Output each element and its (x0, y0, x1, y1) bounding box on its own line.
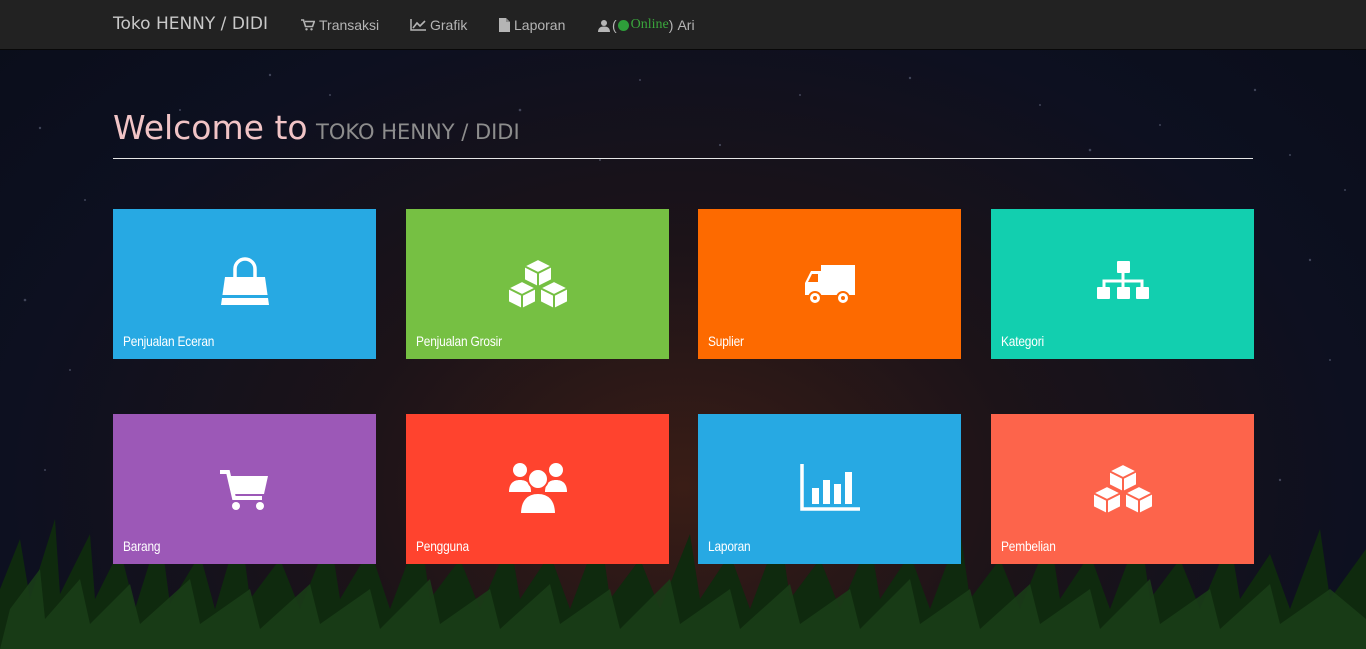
line-chart-icon (410, 19, 426, 31)
tile-pembelian[interactable]: Pembelian (991, 414, 1254, 564)
tile-label: Barang (123, 538, 161, 554)
tile-barang[interactable]: Barang (113, 414, 376, 564)
user-open-paren: ( (612, 17, 617, 33)
navbar-brand[interactable]: Toko HENNY / DIDI (113, 14, 268, 34)
tile-label: Pembelian (1001, 538, 1056, 554)
tile-suplier[interactable]: Suplier (698, 209, 961, 359)
cubes-icon (506, 257, 570, 316)
online-status-label: Online (630, 17, 669, 32)
nav-item-grafik[interactable]: Grafik (410, 17, 467, 33)
shopping-cart-icon (219, 469, 270, 518)
tile-label: Suplier (708, 333, 744, 349)
page-heading: Welcome to TOKO HENNY / DIDI (113, 108, 1253, 159)
nav-item-user[interactable]: ( Online ) Ari (598, 17, 695, 33)
tile-laporan[interactable]: Laporan (698, 414, 961, 564)
truck-icon (804, 265, 855, 312)
user-close-paren: ) (668, 17, 674, 33)
welcome-title: Welcome to (113, 108, 308, 147)
tile-kategori[interactable]: Kategori (991, 209, 1254, 359)
nav-item-label: Transaksi (319, 17, 380, 33)
tile-penjualan-eceran[interactable]: Penjualan Eceran (113, 209, 376, 359)
tile-label: Penjualan Eceran (123, 333, 215, 349)
nav-item-transaksi[interactable]: Transaksi (301, 17, 379, 33)
shopping-cart-icon (301, 19, 315, 31)
users-icon (508, 462, 567, 519)
user-icon (598, 19, 611, 32)
nav-item-laporan[interactable]: Laporan (499, 17, 565, 33)
cubes-icon (1091, 462, 1155, 521)
tile-label: Penjualan Grosir (416, 333, 502, 349)
top-navbar: Toko HENNY / DIDI Transaksi Grafik Lapor… (0, 0, 1366, 50)
tile-label: Kategori (1001, 333, 1044, 349)
sitemap-icon (1096, 261, 1149, 312)
tile-pengguna[interactable]: Pengguna (406, 414, 669, 564)
shopping-bag-icon (219, 257, 271, 314)
tile-label: Pengguna (416, 538, 469, 554)
file-icon (499, 18, 510, 32)
store-name-subtitle: TOKO HENNY / DIDI (316, 120, 520, 144)
user-name: Ari (677, 17, 695, 33)
bar-chart-icon (799, 464, 860, 517)
nav-item-label: Grafik (430, 17, 468, 33)
nav-item-label: Laporan (514, 17, 566, 33)
tile-label: Laporan (708, 538, 751, 554)
tile-penjualan-grosir[interactable]: Penjualan Grosir (406, 209, 669, 359)
online-status-dot (617, 19, 629, 31)
